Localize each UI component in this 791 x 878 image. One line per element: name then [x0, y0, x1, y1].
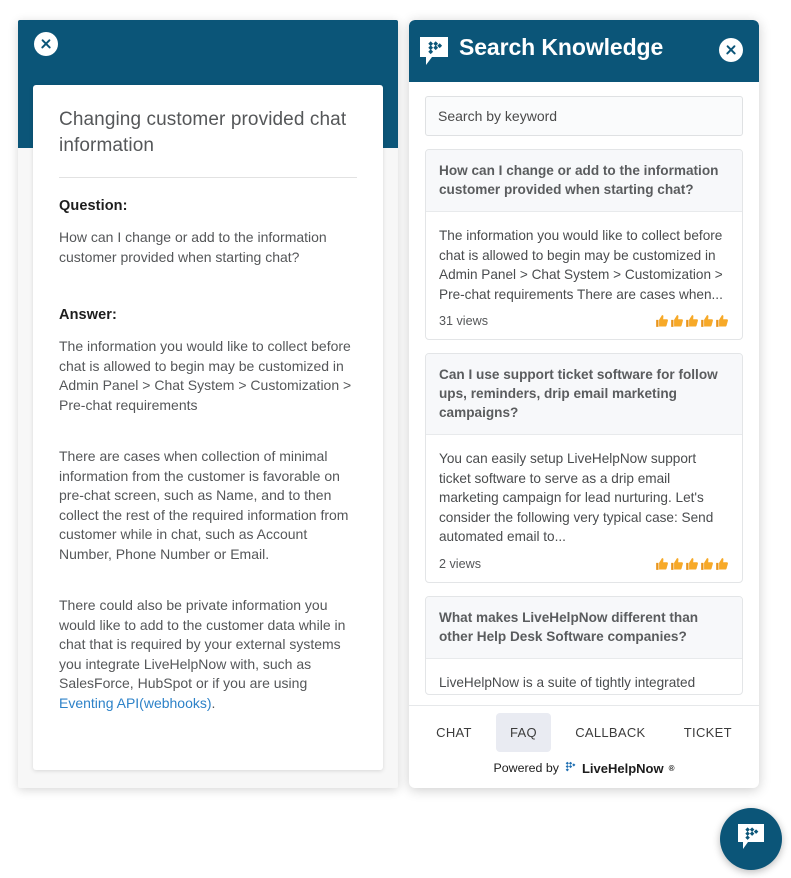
tab-chat[interactable]: CHAT: [422, 713, 486, 752]
answer-paragraph-3: There could also be private information …: [59, 596, 357, 713]
result-snippet: LiveHelpNow is a suite of tightly integr…: [439, 674, 696, 690]
page-root: Changing customer provided chat informat…: [0, 0, 791, 878]
page-title: Changing customer provided chat informat…: [59, 109, 347, 156]
result-views: 31 views: [439, 314, 488, 328]
knowledge-panel-header: Search Knowledge: [409, 20, 759, 82]
result-title: How can I change or add to the informati…: [426, 150, 742, 212]
article-card: Changing customer provided chat informat…: [33, 85, 383, 770]
result-views: 2 views: [439, 556, 481, 571]
search-container: [409, 82, 759, 136]
close-icon[interactable]: [719, 38, 743, 62]
thumbs-up-icon: [685, 314, 699, 328]
tab-faq[interactable]: FAQ: [496, 712, 551, 752]
result-snippet: You can easily setup LiveHelpNow support…: [439, 451, 714, 544]
result-footer: 31 views: [426, 306, 742, 339]
thumbs-up-icon: [670, 557, 684, 571]
article-panel: Changing customer provided chat informat…: [18, 20, 398, 788]
brand-name: LiveHelpNow: [581, 760, 664, 776]
thumbs-up-icon: [715, 557, 729, 571]
close-icon[interactable]: [34, 32, 58, 56]
close-icon-glyph: [719, 38, 743, 62]
result-title: Can I use support ticket software for fo…: [426, 354, 742, 435]
thumbs-up-icon: [700, 314, 714, 328]
answer-paragraph-3-text: There could also be private information …: [59, 597, 346, 691]
thumbs-up-icon: [715, 314, 729, 328]
answer-paragraph-2: There are cases when collection of minim…: [59, 448, 349, 562]
result-title: What makes LiveHelpNow different than ot…: [426, 596, 742, 659]
answer-paragraph-3-period: .: [211, 694, 216, 711]
livehelpnow-mark-icon: [564, 760, 577, 776]
thumbs-up-icon: [655, 314, 669, 328]
result-footer: 2 views: [426, 549, 742, 582]
list-item[interactable]: How can I change or add to the informati…: [425, 149, 743, 340]
livehelpnow-chat-logo-icon: [418, 35, 450, 67]
thumbs-up-icon: [670, 314, 684, 328]
rating-thumbs-up-group[interactable]: [655, 314, 729, 328]
list-item[interactable]: What makes LiveHelpNow different than ot…: [425, 595, 743, 695]
thumbs-up-icon: [655, 557, 669, 571]
result-snippet: The information you would like to collec…: [439, 228, 723, 302]
livehelpnow-chat-launcher-icon: [735, 821, 767, 858]
question-text: How can I change or add to the informati…: [59, 229, 327, 265]
knowledge-panel: Search Knowledge How can I change or add…: [409, 20, 759, 788]
answer-paragraph-1: The information you would like to collec…: [59, 338, 352, 413]
divider: [59, 177, 357, 178]
panel-title: Search Knowledge: [459, 34, 664, 60]
rating-thumbs-up-group[interactable]: [655, 557, 729, 571]
search-input[interactable]: [425, 96, 743, 136]
powered-by-label: Powered by: [493, 761, 559, 775]
powered-by-footer: Powered by LiveHelpNow ®: [409, 760, 759, 776]
chat-launcher-button[interactable]: [720, 808, 782, 870]
thumbs-up-icon: [700, 557, 714, 571]
search-results-list: How can I change or add to the informati…: [409, 149, 759, 705]
close-icon-glyph: [34, 32, 58, 56]
question-label: Question:: [59, 198, 128, 214]
eventing-api-link[interactable]: Eventing API(webhooks): [59, 695, 212, 711]
tab-callback[interactable]: CALLBACK: [561, 713, 659, 752]
knowledge-panel-footer: CHAT FAQ CALLBACK TICKET Powered by Live…: [409, 705, 759, 788]
answer-label: Answer:: [59, 307, 117, 323]
thumbs-up-icon: [685, 557, 699, 571]
knowledge-panel-body: How can I change or add to the informati…: [409, 82, 759, 706]
list-item[interactable]: Can I use support ticket software for fo…: [425, 353, 743, 583]
registered-trademark: ®: [668, 763, 675, 773]
tab-bar: CHAT FAQ CALLBACK TICKET: [409, 706, 759, 752]
tab-ticket[interactable]: TICKET: [670, 713, 746, 752]
